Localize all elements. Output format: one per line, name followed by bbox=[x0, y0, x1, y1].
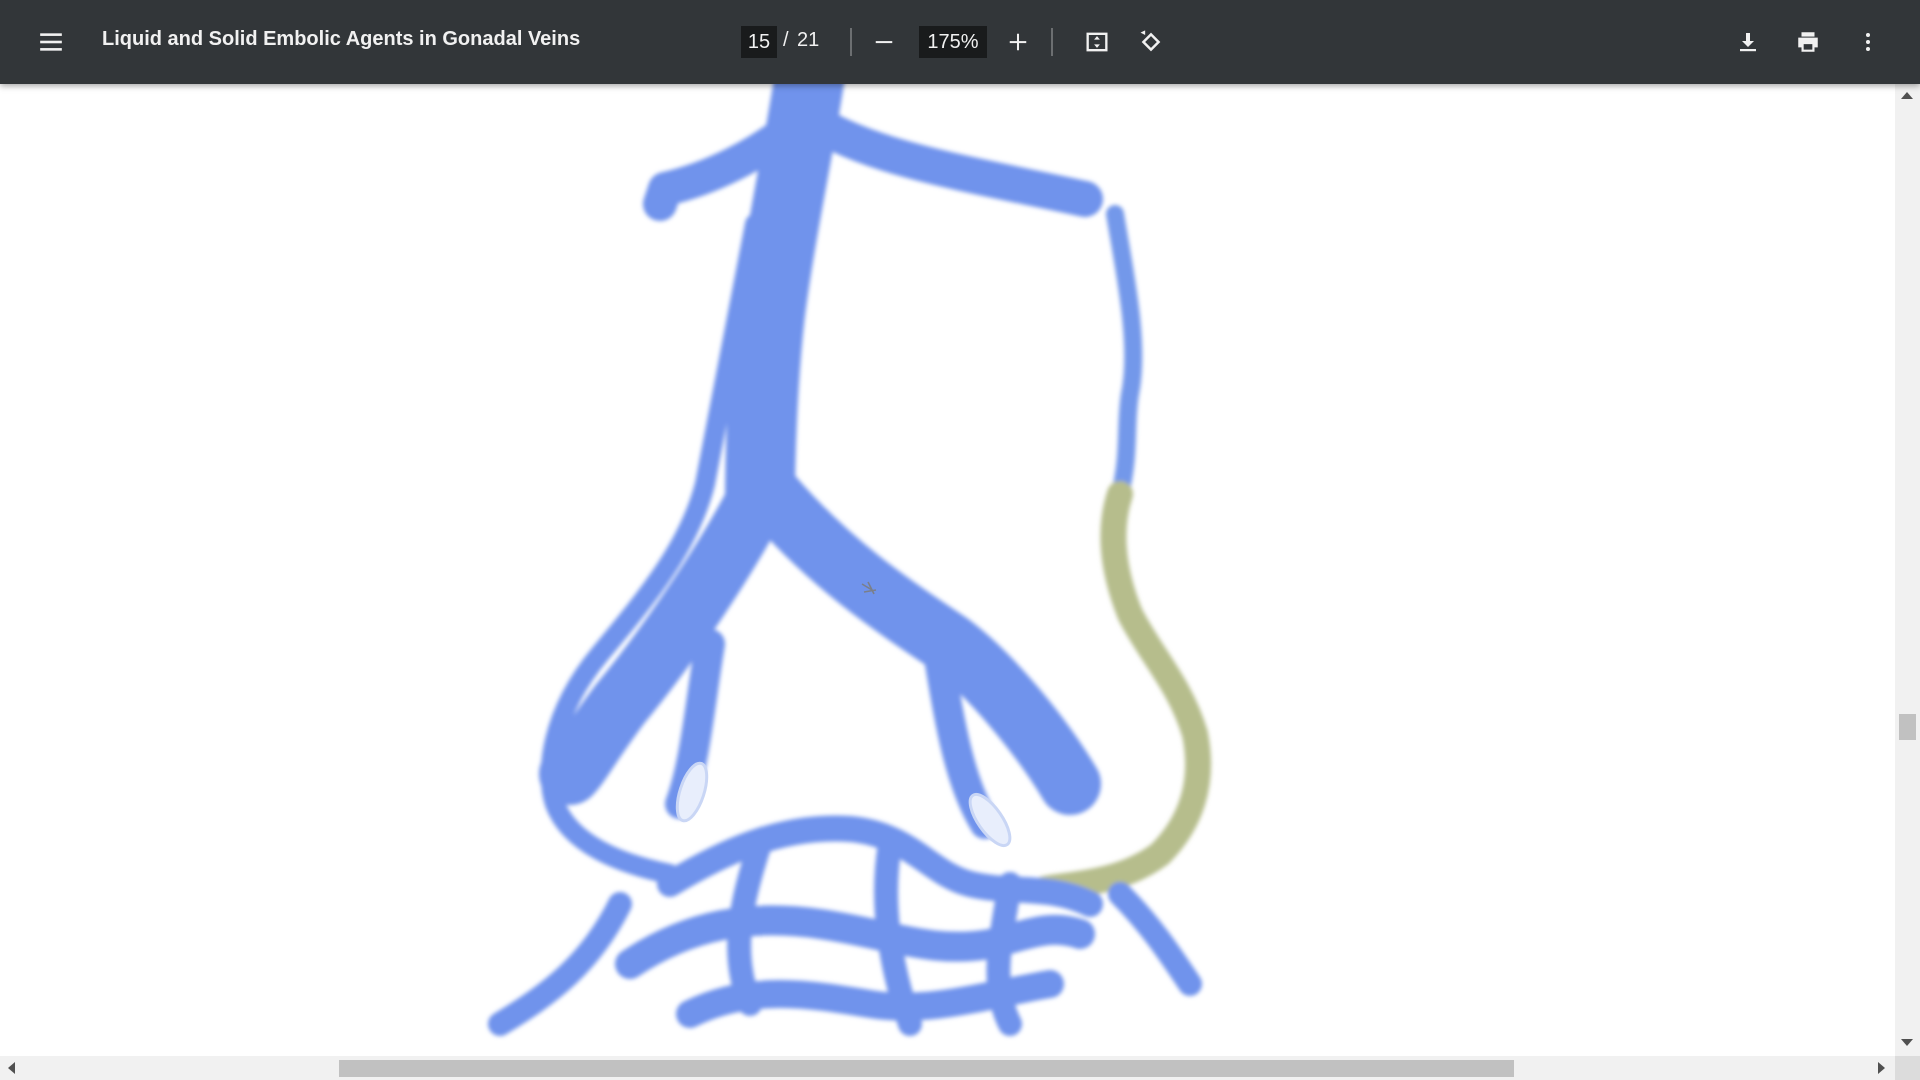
rotate-icon bbox=[1140, 30, 1161, 52]
zoom-level-input[interactable]: 175% bbox=[919, 26, 987, 58]
page-number-input[interactable]: 15 bbox=[741, 26, 777, 58]
zoom-in-button[interactable] bbox=[996, 20, 1040, 64]
pdf-viewer[interactable] bbox=[0, 84, 1895, 1056]
pdf-toolbar: Liquid and Solid Embolic Agents in Gonad… bbox=[0, 0, 1920, 84]
right-iliac-vein bbox=[739, 463, 1101, 815]
vertical-scrollbar[interactable] bbox=[1895, 84, 1920, 1056]
print-button[interactable] bbox=[1786, 20, 1830, 64]
fit-page-button[interactable] bbox=[1075, 20, 1119, 64]
download-button[interactable] bbox=[1726, 20, 1770, 64]
scroll-down-arrow-icon[interactable] bbox=[1901, 1039, 1913, 1046]
vertical-scroll-thumb[interactable] bbox=[1899, 714, 1916, 740]
minus-icon bbox=[875, 41, 893, 44]
horizontal-scrollbar[interactable] bbox=[0, 1056, 1895, 1080]
scrollbar-corner bbox=[1895, 1056, 1920, 1080]
pdf-page bbox=[290, 84, 1600, 1056]
plus-icon bbox=[1009, 33, 1027, 51]
document-title: Liquid and Solid Embolic Agents in Gonad… bbox=[102, 28, 581, 50]
left-pelvic-outflow bbox=[488, 892, 632, 1036]
scroll-left-arrow-icon[interactable] bbox=[8, 1062, 15, 1074]
right-gonadal-vein bbox=[1106, 205, 1143, 503]
menu-button[interactable] bbox=[29, 20, 73, 64]
embolized-gonadal-segment bbox=[1032, 481, 1211, 902]
right-pelvic-outflow bbox=[1108, 882, 1202, 996]
zoom-out-button[interactable] bbox=[862, 20, 906, 64]
toolbar-divider bbox=[1051, 28, 1053, 56]
left-iliac-vein bbox=[539, 463, 791, 805]
upper-right-branch bbox=[792, 101, 1103, 217]
rotate-button[interactable] bbox=[1129, 20, 1173, 64]
more-vert-icon bbox=[1866, 33, 1870, 51]
fit-page-icon bbox=[1086, 32, 1108, 52]
page-separator: / bbox=[783, 29, 789, 51]
vein-illustration bbox=[488, 84, 1211, 1036]
download-icon bbox=[1740, 33, 1756, 52]
horizontal-scroll-thumb[interactable] bbox=[339, 1060, 1514, 1077]
scroll-right-arrow-icon[interactable] bbox=[1878, 1062, 1885, 1074]
toolbar-divider bbox=[850, 28, 852, 56]
print-icon bbox=[1798, 32, 1818, 52]
more-options-button[interactable] bbox=[1846, 20, 1890, 64]
scroll-up-arrow-icon[interactable] bbox=[1901, 92, 1913, 99]
page-total: 21 bbox=[797, 29, 820, 51]
menu-icon bbox=[40, 33, 62, 51]
